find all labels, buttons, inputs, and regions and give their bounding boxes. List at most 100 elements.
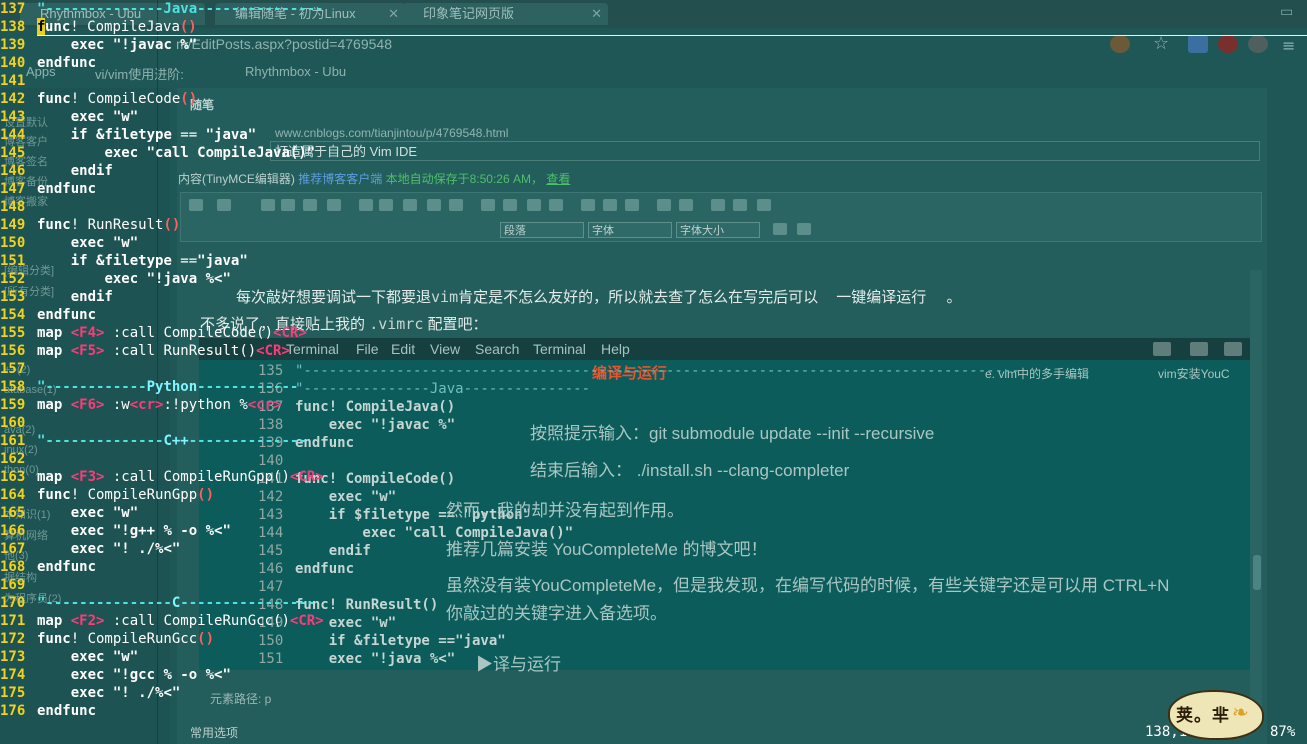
vim-token: ------------ bbox=[197, 379, 299, 395]
vim-line[interactable]: 160 bbox=[0, 414, 37, 432]
vim-token: map bbox=[37, 469, 63, 485]
vim-token bbox=[104, 109, 112, 125]
vim-line-number: 155 bbox=[0, 325, 26, 341]
vim-token: endif bbox=[70, 289, 113, 305]
vim-line[interactable]: 147 endfunc bbox=[0, 180, 96, 198]
vim-line[interactable]: 155 map <F4> :call CompileCode()<CR> bbox=[0, 324, 307, 342]
vim-token: :w bbox=[104, 397, 130, 413]
vim-token: endfunc bbox=[37, 181, 97, 197]
vim-token: "! ./%<" bbox=[112, 685, 181, 701]
vim-line[interactable]: 156 map <F5> :call RunResult()<CR> bbox=[0, 342, 290, 360]
vim-token: "call CompileJava()" bbox=[146, 145, 316, 161]
vim-line-number: 176 bbox=[0, 703, 26, 719]
vim-token: "!gcc % -o %<" bbox=[112, 667, 231, 683]
vim-line-number: 138 bbox=[0, 19, 26, 35]
vim-cursorline bbox=[37, 35, 1307, 36]
vim-line[interactable]: 141 bbox=[0, 72, 37, 90]
vim-token bbox=[37, 271, 104, 287]
vim-line-number: 144 bbox=[0, 127, 26, 143]
vim-token bbox=[37, 127, 71, 143]
vim-token: <CR> bbox=[256, 343, 290, 359]
vim-line[interactable]: 172 func! CompileRunGcc() bbox=[0, 630, 214, 648]
vim-line[interactable]: 148 bbox=[0, 198, 37, 216]
vim-line[interactable]: 139 exec "!javac %" bbox=[0, 36, 197, 54]
vim-line[interactable]: 169 bbox=[0, 576, 37, 594]
vim-line[interactable]: 157 bbox=[0, 360, 37, 378]
vim-line[interactable]: 158 "------------Python------------ bbox=[0, 378, 298, 396]
vim-line-number: 170 bbox=[0, 595, 26, 611]
vim-token bbox=[37, 289, 71, 305]
vim-token: -------------- bbox=[188, 433, 307, 449]
vim-editor[interactable]: 137 "--------------Java--------------- 138… bbox=[0, 0, 1307, 744]
vim-line[interactable]: 142 func! CompileCode() bbox=[0, 90, 197, 108]
vim-token bbox=[37, 37, 71, 53]
vim-line[interactable]: 161 "--------------C++-------------- bbox=[0, 432, 307, 450]
vim-line-number: 145 bbox=[0, 145, 26, 161]
vim-token bbox=[37, 505, 71, 521]
vim-token: :!python % bbox=[163, 397, 248, 413]
vim-token: endfunc bbox=[37, 703, 97, 719]
vim-token: exec bbox=[70, 37, 105, 53]
vim-token: ! CompileJava bbox=[70, 19, 180, 35]
vim-token bbox=[37, 163, 71, 179]
vim-line[interactable]: 137 "--------------Java--------------- bbox=[0, 0, 324, 18]
vim-scroll-percent: 87% bbox=[1270, 724, 1296, 740]
vim-token: "------------ bbox=[37, 379, 147, 395]
vim-line[interactable]: 152 exec "!java %<" bbox=[0, 270, 231, 288]
vim-token: if bbox=[70, 253, 88, 269]
vim-line[interactable]: 149 func! RunResult() bbox=[0, 216, 180, 234]
vim-token: endfunc bbox=[37, 559, 97, 575]
vim-token: exec bbox=[70, 505, 105, 521]
vim-token: "!javac %" bbox=[112, 37, 198, 53]
vim-line[interactable]: 138 func! CompileJava() bbox=[0, 18, 197, 36]
vim-line-number: 149 bbox=[0, 217, 26, 233]
vim-line-number: 143 bbox=[0, 109, 26, 125]
vim-line[interactable]: 151 if &filetype =="java" bbox=[0, 252, 248, 270]
vim-line[interactable]: 144 if &filetype == "java" bbox=[0, 126, 256, 144]
vim-line[interactable]: 159 map <F6> :w<cr>:!python %<cr> bbox=[0, 396, 281, 414]
vim-token: "w" bbox=[112, 235, 139, 251]
vim-line[interactable]: 175 exec "! ./%<" bbox=[0, 684, 180, 702]
vim-token: <F6> bbox=[70, 397, 105, 413]
vim-line[interactable]: 167 exec "! ./%<" bbox=[0, 540, 180, 558]
vim-line[interactable]: 166 exec "!g++ % -o %<" bbox=[0, 522, 231, 540]
vim-line[interactable]: 173 exec "w" bbox=[0, 648, 138, 666]
vim-line-number: 141 bbox=[0, 73, 26, 89]
vim-line-number: 146 bbox=[0, 163, 26, 179]
vim-line[interactable]: 170 "---------------C---------------- bbox=[0, 594, 315, 612]
vim-line[interactable]: 150 exec "w" bbox=[0, 234, 138, 252]
vim-line[interactable]: 162 bbox=[0, 450, 37, 468]
vim-token: map bbox=[37, 343, 63, 359]
vim-line[interactable]: 140 endfunc bbox=[0, 54, 96, 72]
vim-line[interactable]: 163 map <F3> :call CompileRunGpp()<CR> bbox=[0, 468, 324, 486]
vim-token bbox=[37, 109, 71, 125]
vim-line[interactable]: 154 endfunc bbox=[0, 306, 96, 324]
vim-line-number: 152 bbox=[0, 271, 26, 287]
vim-line[interactable]: 164 func! CompileRunGpp() bbox=[0, 486, 214, 504]
vim-line-number: 156 bbox=[0, 343, 26, 359]
vim-token: ! CompileCode bbox=[70, 91, 181, 107]
vim-line[interactable]: 171 map <F2> :call CompileRunGcc()<CR> bbox=[0, 612, 324, 630]
vim-line[interactable]: 176 endfunc bbox=[0, 702, 96, 720]
vim-line[interactable]: 165 exec "w" bbox=[0, 504, 138, 522]
vim-token: exec bbox=[70, 649, 105, 665]
vim-token: map bbox=[37, 613, 63, 629]
vim-line-number: 165 bbox=[0, 505, 26, 521]
vim-line[interactable]: 145 exec "call CompileJava()" bbox=[0, 144, 315, 162]
vim-token: == bbox=[171, 127, 206, 143]
vim-line-number: 164 bbox=[0, 487, 26, 503]
vim-line-number: 153 bbox=[0, 289, 26, 305]
vim-token: ---------------- bbox=[180, 595, 316, 611]
vim-token: &filetype bbox=[96, 127, 172, 143]
vim-line-number: 166 bbox=[0, 523, 26, 539]
vim-token: exec bbox=[70, 235, 105, 251]
vim-line[interactable]: 146 endif bbox=[0, 162, 113, 180]
vim-token bbox=[62, 469, 70, 485]
vim-token: exec bbox=[70, 685, 105, 701]
vim-line[interactable]: 168 endfunc bbox=[0, 558, 96, 576]
vim-token: "java" bbox=[197, 253, 248, 269]
vim-line[interactable]: 174 exec "!gcc % -o %<" bbox=[0, 666, 231, 684]
vim-line[interactable]: 143 exec "w" bbox=[0, 108, 138, 126]
vim-line[interactable]: 153 endif bbox=[0, 288, 113, 306]
vim-token: :call RunResult() bbox=[104, 343, 257, 359]
